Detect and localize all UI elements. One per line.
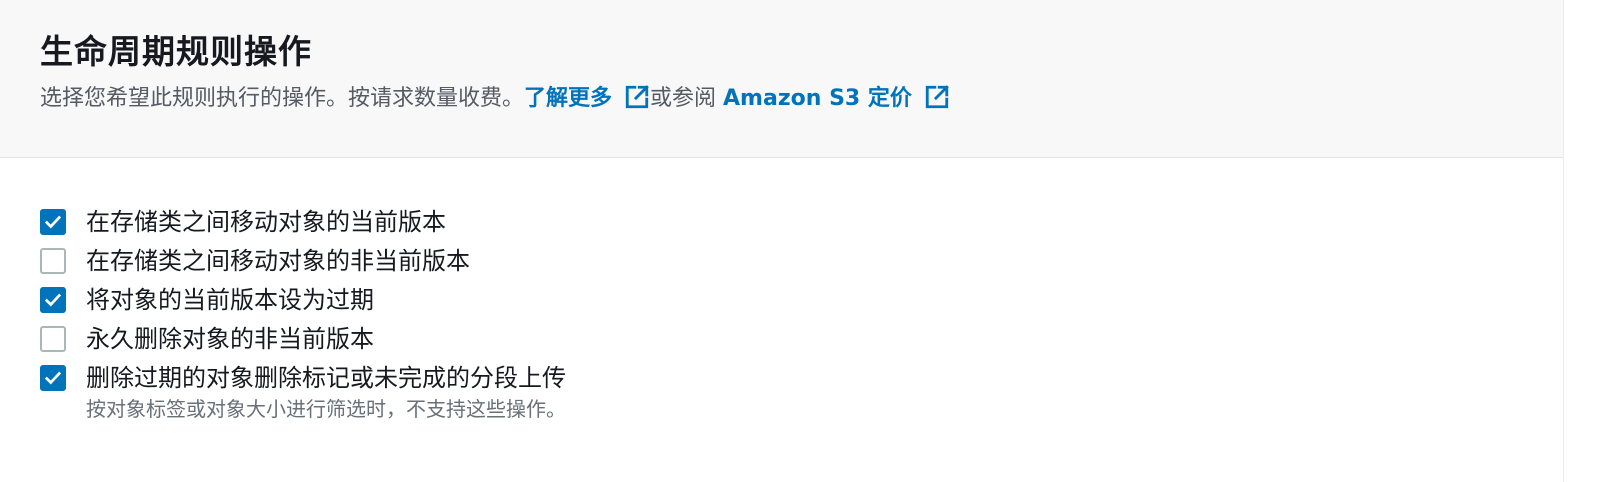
s3-pricing-link[interactable]: Amazon S3 定价 [723, 84, 950, 111]
checkbox[interactable] [40, 208, 66, 235]
description-text: 选择您希望此规则执行的操作。按请求数量收费。 [40, 86, 525, 111]
action-option-label[interactable]: 永久删除对象的非当前版本 [86, 324, 374, 354]
panel-title: 生命周期规则操作 [40, 32, 312, 71]
s3-pricing-label: Amazon S3 定价 [723, 86, 912, 111]
checkbox[interactable] [40, 247, 66, 274]
action-option-note: 按对象标签或对象大小进行筛选时，不支持这些操作。 [86, 397, 566, 421]
action-option-label[interactable]: 在存储类之间移动对象的非当前版本 [86, 246, 470, 276]
action-option-label[interactable]: 将对象的当前版本设为过期 [86, 285, 374, 315]
learn-more-link[interactable]: 了解更多 [524, 84, 650, 111]
panel-header: 生命周期规则操作 选择您希望此规则执行的操作。按请求数量收费。了解更多 或参阅 A… [0, 0, 1563, 158]
actions-list: 在存储类之间移动对象的当前版本 在存储类之间移动对象的非当前版本 将对象的当前版… [0, 158, 1563, 423]
checkmark-icon [44, 213, 62, 231]
action-option-delete-markers[interactable]: 删除过期的对象删除标记或未完成的分段上传 [40, 358, 1523, 397]
or-see-text: 或参阅 [650, 86, 724, 111]
checkmark-icon [44, 291, 62, 309]
checkbox[interactable] [40, 286, 66, 313]
external-link-icon [624, 84, 650, 110]
checkbox[interactable] [40, 325, 66, 352]
checkbox[interactable] [40, 364, 66, 391]
action-option-delete-noncurrent[interactable]: 永久删除对象的非当前版本 [40, 319, 1523, 358]
panel-description: 选择您希望此规则执行的操作。按请求数量收费。了解更多 或参阅 Amazon S3 … [40, 84, 1523, 114]
action-option-move-current[interactable]: 在存储类之间移动对象的当前版本 [40, 202, 1523, 241]
action-option-move-noncurrent[interactable]: 在存储类之间移动对象的非当前版本 [40, 241, 1523, 280]
action-option-expire-current[interactable]: 将对象的当前版本设为过期 [40, 280, 1523, 319]
action-option-label[interactable]: 删除过期的对象删除标记或未完成的分段上传 [86, 363, 566, 393]
action-option-label[interactable]: 在存储类之间移动对象的当前版本 [86, 207, 446, 237]
external-link-icon [924, 84, 950, 110]
checkmark-icon [44, 369, 62, 387]
learn-more-label: 了解更多 [524, 86, 613, 111]
lifecycle-rule-actions-panel: 生命周期规则操作 选择您希望此规则执行的操作。按请求数量收费。了解更多 或参阅 A… [0, 0, 1564, 482]
